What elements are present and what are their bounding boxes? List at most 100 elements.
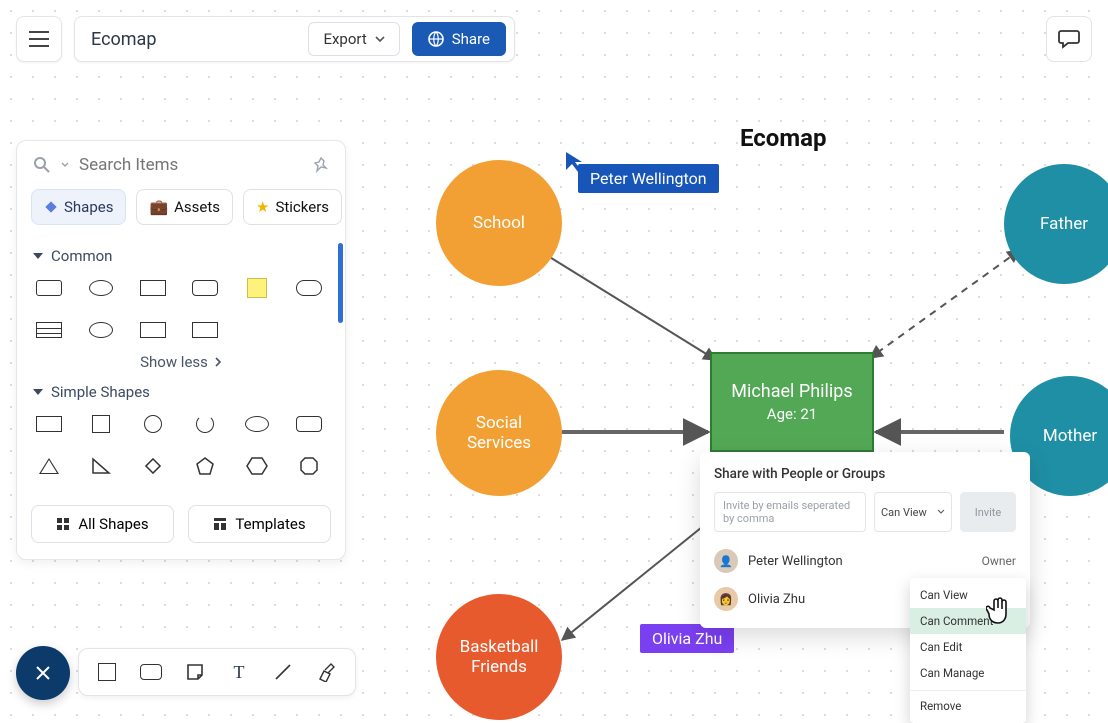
tool-card[interactable] <box>139 660 163 684</box>
shape-button[interactable] <box>189 277 221 299</box>
tool-line[interactable] <box>271 660 295 684</box>
show-less-label: Show less <box>140 353 208 371</box>
common-shapes-grid <box>33 275 329 351</box>
cursor-hand-icon <box>986 596 1012 632</box>
canvas-title: Ecomap <box>740 124 826 152</box>
pin-icon[interactable] <box>313 157 329 173</box>
avatar: 👩 <box>714 587 738 611</box>
bottom-toolbar: T <box>78 648 356 696</box>
chat-icon <box>1058 29 1080 49</box>
perm-option-can-manage[interactable]: Can Manage <box>910 660 1026 686</box>
search-input[interactable] <box>79 155 303 175</box>
export-label: Export <box>323 30 366 48</box>
tab-stickers[interactable]: ★ Stickers <box>243 189 342 225</box>
export-button[interactable]: Export <box>308 22 399 56</box>
share-button[interactable]: Share <box>412 22 506 56</box>
perm-option-remove[interactable]: Remove <box>910 690 1026 719</box>
panel-tabs: Shapes 💼 Assets ★ Stickers <box>17 189 345 225</box>
shapes-panel: Shapes 💼 Assets ★ Stickers Common <box>16 140 346 560</box>
shape-card[interactable] <box>33 277 65 299</box>
cursor-label-peter: Peter Wellington <box>578 164 719 193</box>
invite-permission-select[interactable]: Can View <box>874 492 952 532</box>
shape-keyboard[interactable] <box>137 277 169 299</box>
tab-shapes[interactable]: Shapes <box>31 189 126 225</box>
shape-cloud[interactable] <box>85 277 117 299</box>
shape-table[interactable] <box>33 319 65 341</box>
node-social-services[interactable]: Social Services <box>436 370 562 496</box>
shape-rect-wide[interactable] <box>189 319 221 341</box>
shape-square[interactable] <box>85 413 117 435</box>
templates-button[interactable]: Templates <box>188 505 331 543</box>
share-user-name: Olivia Zhu <box>748 592 902 607</box>
document-bar: Ecomap Export Share <box>74 16 515 62</box>
share-user-row: 👤 Peter Wellington Owner <box>714 542 1016 580</box>
shape-circle[interactable] <box>137 413 169 435</box>
all-shapes-label: All Shapes <box>78 515 148 533</box>
perm-option-can-edit[interactable]: Can Edit <box>910 634 1026 660</box>
section-label: Common <box>51 247 112 265</box>
node-center[interactable]: Michael Philips Age: 21 <box>710 352 874 452</box>
tab-label: Shapes <box>64 198 113 216</box>
chevron-down-icon <box>937 509 945 515</box>
document-title[interactable]: Ecomap <box>91 29 156 50</box>
node-center-name: Michael Philips <box>731 381 852 403</box>
invite-perm-label: Can View <box>881 506 927 519</box>
tool-text[interactable]: T <box>227 660 251 684</box>
simple-shapes-grid <box>33 411 329 487</box>
shape-arc[interactable] <box>189 413 221 435</box>
tool-highlighter[interactable] <box>315 660 339 684</box>
chevron-down-icon <box>61 162 69 168</box>
tab-assets[interactable]: 💼 Assets <box>136 189 233 225</box>
star-icon: ★ <box>256 198 269 216</box>
globe-icon <box>428 31 444 47</box>
tool-note[interactable] <box>183 660 207 684</box>
hamburger-icon <box>29 31 49 47</box>
shape-rect[interactable] <box>137 319 169 341</box>
share-label: Share <box>452 30 490 48</box>
tab-label: Stickers <box>275 198 329 216</box>
shape-ellipse[interactable] <box>85 319 117 341</box>
chevron-down-icon <box>375 36 385 42</box>
close-icon <box>34 664 52 682</box>
close-fab[interactable] <box>16 646 70 700</box>
section-common[interactable]: Common <box>33 247 329 265</box>
shape-rectangle[interactable] <box>33 413 65 435</box>
shape-oval[interactable] <box>241 413 273 435</box>
show-less-link[interactable]: Show less <box>33 353 329 371</box>
share-user-name: Peter Wellington <box>748 554 972 569</box>
shape-right-triangle[interactable] <box>85 455 117 477</box>
shape-hexagon[interactable] <box>241 455 273 477</box>
templates-label: Templates <box>235 515 305 533</box>
tab-label: Assets <box>174 198 220 216</box>
shape-sticky-note[interactable] <box>241 277 273 299</box>
cursor-label-olivia: Olivia Zhu <box>640 624 734 653</box>
shape-octagon[interactable] <box>293 455 325 477</box>
shape-diamond[interactable] <box>137 455 169 477</box>
panel-scrollbar[interactable] <box>338 243 343 323</box>
shape-pentagon[interactable] <box>189 455 221 477</box>
menu-button[interactable] <box>16 16 62 62</box>
layout-icon <box>213 517 227 531</box>
briefcase-icon: 💼 <box>149 198 168 216</box>
comments-button[interactable] <box>1046 16 1092 62</box>
section-simple-shapes[interactable]: Simple Shapes <box>33 383 329 401</box>
diamond-icon <box>44 200 58 214</box>
caret-down-icon <box>33 389 43 395</box>
all-shapes-button[interactable]: All Shapes <box>31 505 174 543</box>
panel-body: Common Show less Simple Shapes <box>17 225 345 505</box>
chevron-right-icon <box>214 357 222 367</box>
invite-email-input[interactable]: Invite by emails seperated by comma <box>714 492 866 532</box>
grid-icon <box>56 517 70 531</box>
share-popover-title: Share with People or Groups <box>714 466 1016 482</box>
node-center-sub: Age: 21 <box>767 405 817 423</box>
node-basketball-friends[interactable]: Basketball Friends <box>436 594 562 720</box>
shape-pill[interactable] <box>293 277 325 299</box>
caret-down-icon <box>33 253 43 259</box>
shape-triangle[interactable] <box>33 455 65 477</box>
invite-button[interactable]: Invite <box>960 492 1016 532</box>
shape-rounded-rect[interactable] <box>293 413 325 435</box>
node-school[interactable]: School <box>436 160 562 286</box>
tool-rectangle[interactable] <box>95 660 119 684</box>
share-user-role: Owner <box>982 554 1016 568</box>
search-icon <box>33 156 51 174</box>
